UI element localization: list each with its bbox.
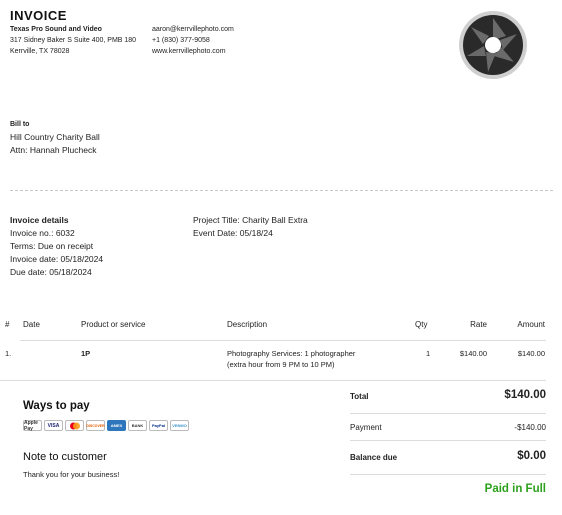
col-header-date: Date [23,320,40,329]
invoice-number: Invoice no.: 6032 [10,228,75,238]
bill-to-label: Bill to [10,121,30,128]
invoice-details-label: Invoice details [10,215,69,225]
venmo-icon: VENMO [170,420,189,431]
row-description: Photography Services: 1 photographer (ex… [227,348,355,370]
col-header-amount: Amount [517,320,545,329]
ways-to-pay-title: Ways to pay [23,400,90,412]
project-title: Project Title: Charity Ball Extra [193,215,308,225]
total-label: Total [350,392,369,401]
project-info: Project Title: Charity Ball Extra Event … [193,214,308,240]
summary-rule-3 [350,474,546,475]
section-divider [10,190,553,191]
company-website: www.kerrvillephoto.com [152,48,226,55]
note-title: Note to customer [23,451,107,463]
bill-to-name: Hill Country Charity Ball [10,132,100,142]
row-qty: 1 [426,349,431,358]
row-description-line2: (extra hour from 9 PM to 10 PM) [227,360,335,369]
paypal-icon: PayPal [149,420,168,431]
table-header-rule [20,340,546,341]
company-email: aaron@kerrvillephoto.com [152,26,234,33]
payment-methods: Apple Pay VISA DISCOVER AMEX BANK PayPal… [23,420,189,432]
company-address-line1: 317 Sidney Baker S Suite 400, PMB 180 [10,37,137,44]
col-header-qty: Qty [415,320,428,329]
col-header-description: Description [227,320,268,329]
due-date: Due date: 05/18/2024 [10,267,92,277]
note-text: Thank you for your business! [23,470,120,479]
row-amount: $140.00 [517,349,545,358]
invoice-date: Invoice date: 05/18/2024 [10,254,104,264]
camera-aperture-icon [459,11,527,79]
amex-icon: AMEX [107,420,126,431]
payment-value: -$140.00 [514,423,546,432]
row-rate: $140.00 [459,349,487,358]
discover-icon: DISCOVER [86,420,105,431]
company-info: Texas Pro Sound and Video 317 Sidney Bak… [10,24,140,57]
bank-icon: BANK [128,420,147,431]
mastercard-icon [65,420,84,431]
table-bottom-rule [0,380,546,381]
col-header-num: # [5,320,10,329]
total-value: $140.00 [504,389,546,401]
summary-rule-2 [350,440,546,441]
apple-pay-icon: Apple Pay [23,420,42,432]
invoice-terms: Terms: Due on receipt [10,241,94,251]
invoice-details: Invoice details Invoice no.: 6032 Terms:… [10,214,103,279]
visa-icon: VISA [44,420,63,431]
paid-status: Paid in Full [484,483,546,495]
col-header-rate: Rate [470,320,487,329]
event-date: Event Date: 05/18/24 [193,228,273,238]
company-address-line2: Kerrville, TX 78028 [10,48,70,55]
summary-rule-1 [350,413,546,414]
bill-to-attn: Attn: Hannah Plucheck [10,145,97,155]
row-description-line1: Photography Services: 1 photographer [227,349,356,358]
balance-due-value: $0.00 [517,450,546,462]
company-contact: aaron@kerrvillephoto.com +1 (830) 377-90… [152,24,234,57]
row-product: 1P [81,349,91,358]
invoice-title: INVOICE [10,8,67,23]
balance-due-label: Balance due [350,453,398,462]
payment-label: Payment [350,423,382,432]
bill-to-section: Bill to Hill Country Charity Ball Attn: … [10,118,100,157]
company-name: Texas Pro Sound and Video [10,26,102,33]
row-num: 1. [5,349,12,358]
company-phone: +1 (830) 377-9058 [152,37,210,44]
col-header-product: Product or service [81,320,146,329]
